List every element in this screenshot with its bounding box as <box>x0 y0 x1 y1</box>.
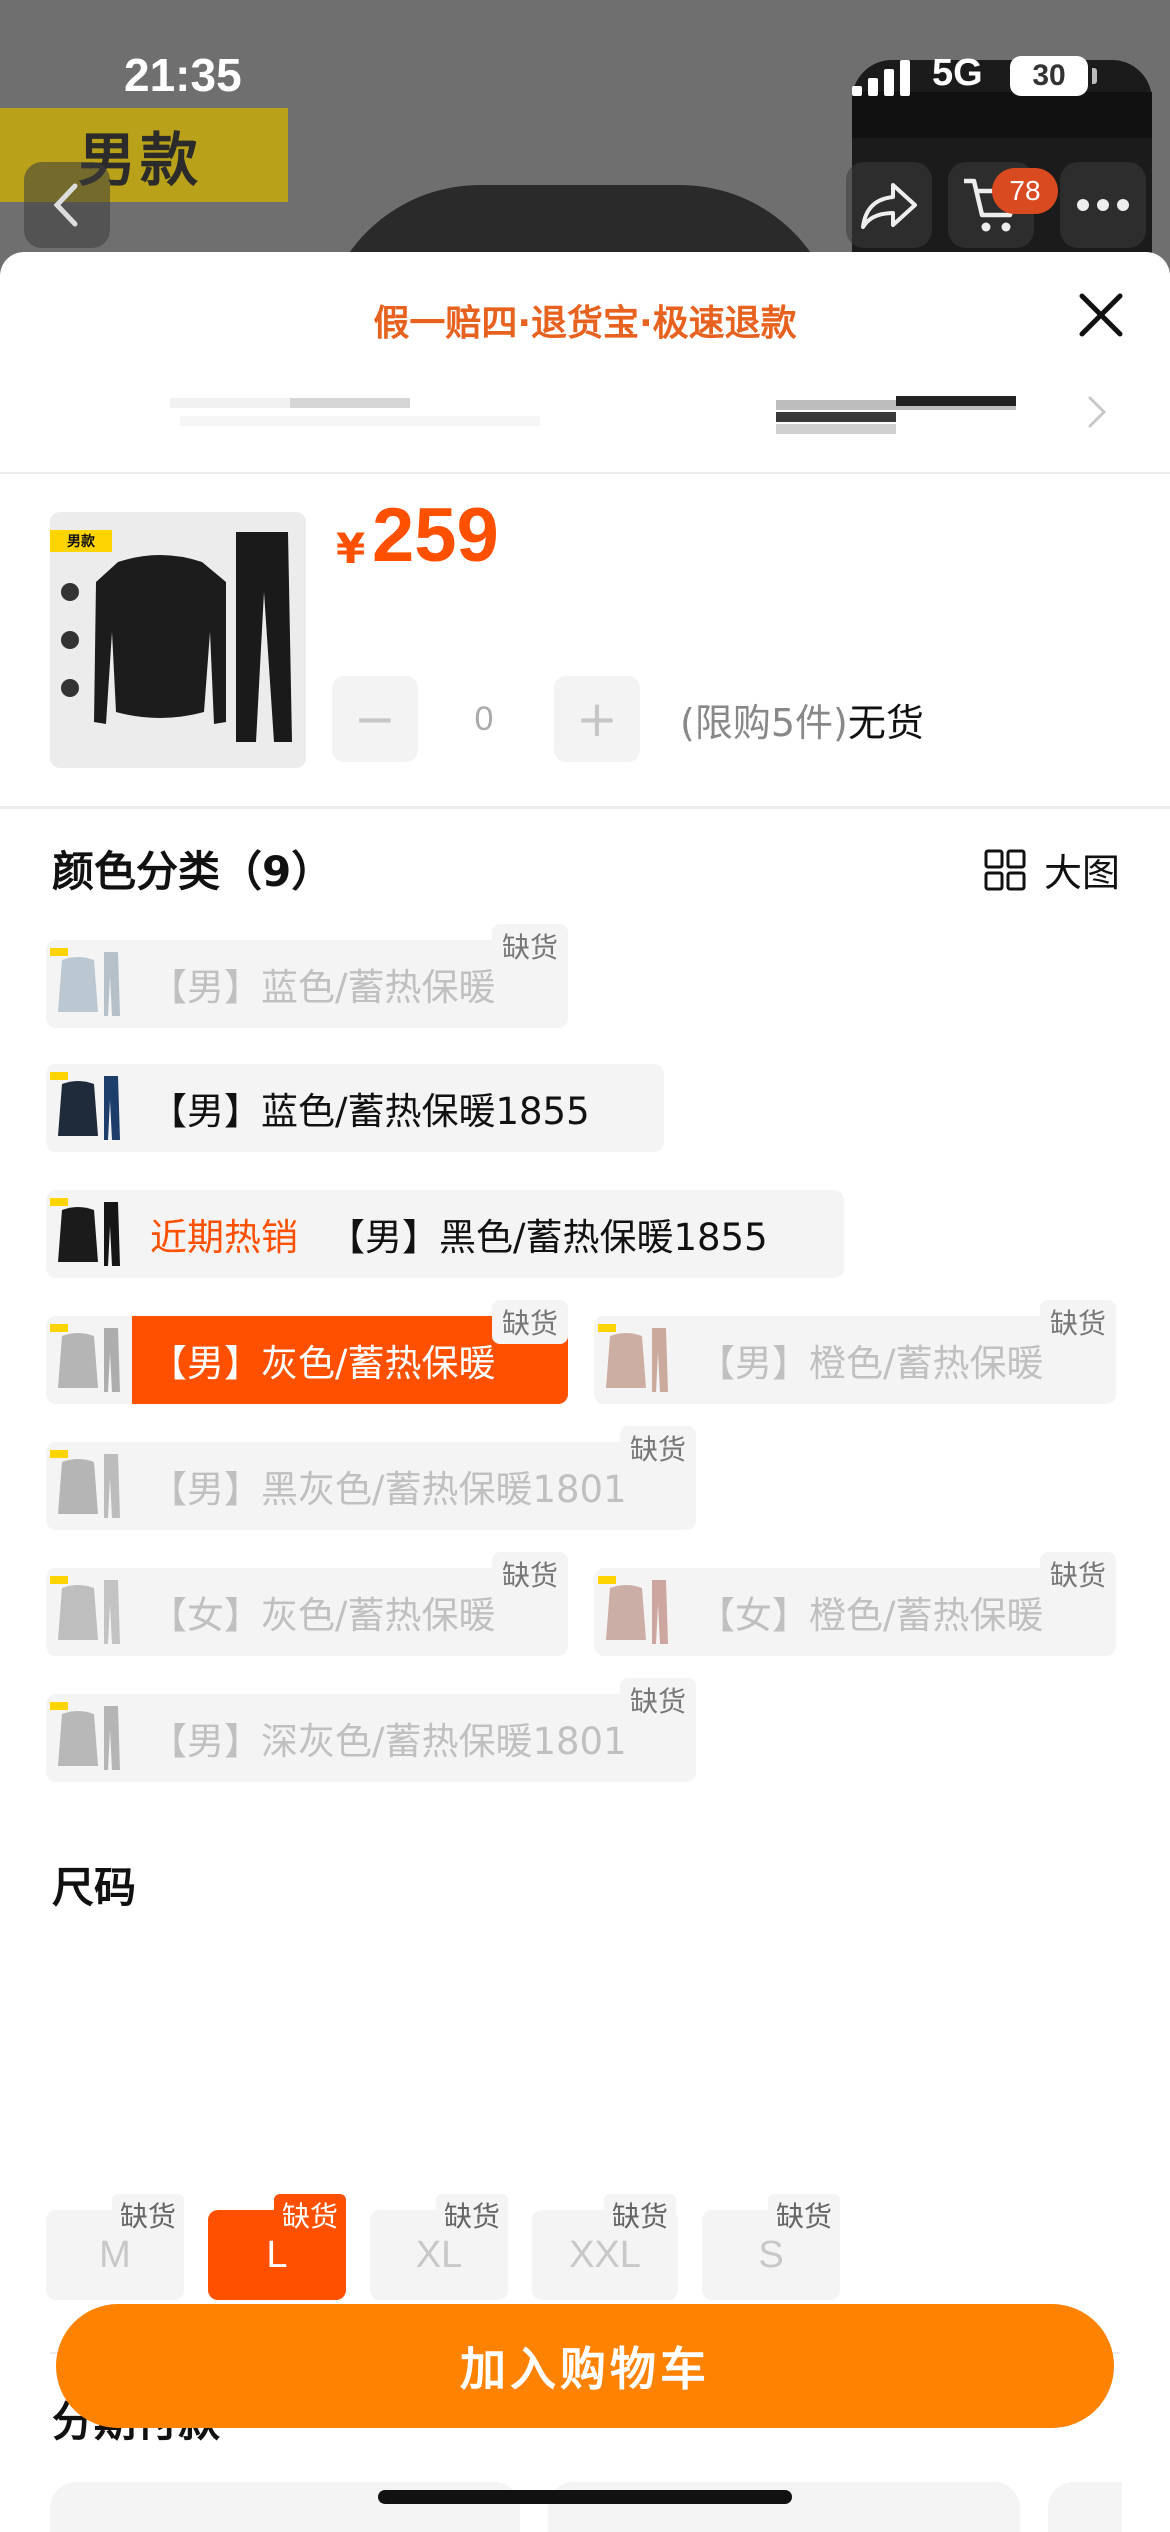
out-of-stock-badge: 缺货 <box>436 2194 509 2236</box>
thumb-image <box>58 1706 120 1770</box>
more-button[interactable] <box>1060 162 1146 248</box>
installment-option[interactable] <box>1048 2482 1122 2532</box>
blurred-line <box>776 424 896 434</box>
limit-text: (限购5件) <box>680 701 848 745</box>
color-section-title: 颜色分类（9） <box>52 847 334 896</box>
back-button[interactable] <box>24 162 110 248</box>
product-price: 259 <box>372 493 499 578</box>
thumb-tag-mark <box>50 1072 68 1080</box>
share-button[interactable] <box>846 162 932 248</box>
stock-status: 无货 <box>847 701 924 745</box>
thumb-image <box>58 1454 120 1518</box>
thumb-image <box>58 1202 120 1266</box>
color-option[interactable]: 【女】灰色/蓄热保暖 缺货 <box>46 1552 568 1656</box>
color-option[interactable]: 【男】蓝色/蓄热保暖 缺货 <box>46 924 568 1028</box>
network-type: 5G <box>932 52 983 94</box>
out-of-stock-badge: 缺货 <box>619 1426 696 1470</box>
product-thumbnail[interactable]: 男款 <box>50 512 306 768</box>
purchase-limit: (限购5件)无货 <box>680 692 924 747</box>
out-of-stock-badge: 缺货 <box>768 2194 841 2236</box>
out-of-stock-badge: 缺货 <box>491 924 568 968</box>
color-option-selected[interactable]: 【男】灰色/蓄热保暖 缺货 <box>46 1300 568 1404</box>
thumb-image <box>58 952 120 1016</box>
share-icon <box>861 183 917 229</box>
size-section-title: 尺码 <box>52 1863 137 1912</box>
out-of-stock-badge: 缺货 <box>604 2194 677 2236</box>
color-option[interactable]: 【男】蓝色/蓄热保暖1855 <box>46 1064 664 1152</box>
cart-count-badge: 78 <box>992 168 1058 214</box>
color-option-label: 【女】橙色/蓄热保暖 <box>698 1594 1044 1637</box>
out-of-stock-badge: 缺货 <box>1039 1552 1116 1596</box>
home-indicator[interactable] <box>378 2490 792 2504</box>
out-of-stock-badge: 缺货 <box>491 1552 568 1596</box>
blurred-line <box>290 398 410 408</box>
divider <box>0 472 1170 474</box>
battery-tip <box>1092 68 1097 84</box>
color-option-label: 【男】黑色/蓄热保暖1855 <box>328 1216 768 1259</box>
battery-indicator: 30 <box>1010 56 1088 96</box>
color-option-thumb <box>46 1064 132 1152</box>
more-icon <box>1077 199 1129 211</box>
big-image-label: 大图 <box>1044 851 1121 895</box>
background-pants-waistband <box>852 92 1152 138</box>
thumb-image <box>58 1076 120 1140</box>
color-option-thumb <box>46 940 132 1028</box>
big-image-toggle[interactable]: 大图 <box>984 842 1120 897</box>
blurred-line <box>896 396 1016 406</box>
promo-strip-blurred <box>0 378 1170 468</box>
thumb-image <box>58 1580 120 1644</box>
close-icon[interactable] <box>1074 288 1128 342</box>
color-option-thumb <box>46 1316 132 1404</box>
color-option[interactable]: 【男】橙色/蓄热保暖 缺货 <box>594 1300 1116 1404</box>
color-option-label: 【男】黑灰色/蓄热保暖1801 <box>150 1468 627 1511</box>
color-option-thumb <box>46 1190 132 1278</box>
out-of-stock-badge: 缺货 <box>491 1300 568 1344</box>
quantity-value[interactable]: 0 <box>444 676 524 762</box>
color-option[interactable]: 【男】黑灰色/蓄热保暖1801 缺货 <box>46 1426 696 1530</box>
color-option-thumb <box>594 1316 680 1404</box>
price-currency: ¥ <box>336 524 366 573</box>
color-option-thumb <box>46 1694 132 1782</box>
divider <box>0 806 1170 809</box>
color-option-thumb <box>594 1568 680 1656</box>
signal-icon <box>852 60 910 96</box>
status-time: 21:35 <box>124 49 242 101</box>
color-option-thumb <box>46 1442 132 1530</box>
thumb-tag-mark <box>50 1198 68 1206</box>
blurred-line <box>180 416 540 426</box>
color-option-thumb <box>46 1568 132 1656</box>
out-of-stock-badge: 缺货 <box>1039 1300 1116 1344</box>
service-promise: 假一赔四·退货宝·极速退款 <box>373 303 797 344</box>
color-option-text: 近期热销 【男】黑色/蓄热保暖1855 <box>132 1207 792 1261</box>
thumb-image <box>606 1328 668 1392</box>
chevron-left-icon <box>53 183 78 227</box>
add-to-cart-button[interactable]: 加入购物车 <box>56 2304 1114 2428</box>
chevron-right-icon[interactable] <box>1082 392 1112 432</box>
quantity-increase-button[interactable]: + <box>554 676 640 762</box>
out-of-stock-badge: 缺货 <box>619 1678 696 1722</box>
blurred-line <box>776 412 896 422</box>
quantity-decrease-button[interactable]: − <box>332 676 418 762</box>
color-option-label: 【男】橙色/蓄热保暖 <box>698 1342 1044 1385</box>
color-option[interactable]: 【男】深灰色/蓄热保暖1801 缺货 <box>46 1678 696 1782</box>
thumb-image <box>606 1580 668 1644</box>
grid-icon <box>984 849 1026 890</box>
color-option-label: 【男】蓝色/蓄热保暖1855 <box>150 1090 590 1133</box>
color-option-label: 【男】深灰色/蓄热保暖1801 <box>150 1720 627 1763</box>
color-option-label: 【男】蓝色/蓄热保暖 <box>150 966 496 1009</box>
thumb-image <box>58 1328 120 1392</box>
hot-sale-tag: 近期热销 <box>150 1216 298 1259</box>
sku-selector-sheet: 假一赔四·退货宝·极速退款 男款 ¥ 259 − 0 + (限购5件)无货 颜色… <box>0 252 1170 2532</box>
thumb-tag-mark <box>50 1324 68 1332</box>
out-of-stock-badge: 缺货 <box>274 2194 347 2236</box>
thumbnail-tag: 男款 <box>50 530 112 552</box>
out-of-stock-badge: 缺货 <box>112 2194 185 2236</box>
color-option-label: 【女】灰色/蓄热保暖 <box>150 1594 496 1637</box>
color-option[interactable]: 近期热销 【男】黑色/蓄热保暖1855 <box>46 1190 844 1278</box>
color-option[interactable]: 【女】橙色/蓄热保暖 缺货 <box>594 1552 1116 1656</box>
